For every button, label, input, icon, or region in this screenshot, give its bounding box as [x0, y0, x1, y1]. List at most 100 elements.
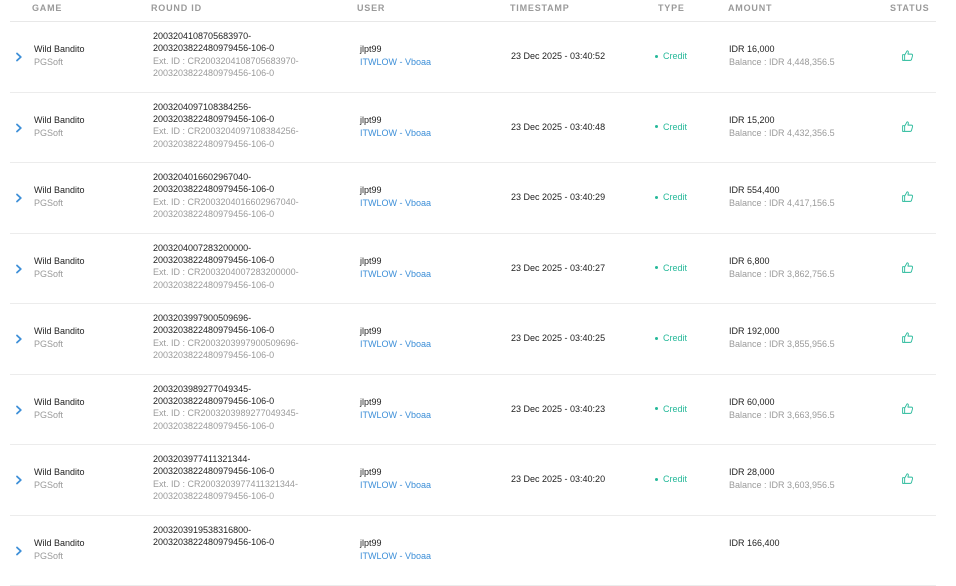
amount: IDR 554,400	[729, 185, 780, 195]
user-id: jlpt99	[360, 538, 382, 548]
chevron-right-icon[interactable]	[14, 475, 24, 485]
amount: IDR 166,400	[729, 538, 780, 548]
game-name: Wild Bandito	[34, 538, 85, 548]
user-id: jlpt99	[360, 44, 382, 54]
chevron-right-icon[interactable]	[14, 193, 24, 203]
external-id-line-2: 2003203822480979456-106-0	[153, 279, 353, 291]
user-id: jlpt99	[360, 467, 382, 477]
round-id-line-1: 2003203989277049345-	[153, 383, 353, 395]
table-body: Wild Bandito PGSoft 2003204108705683970-…	[10, 22, 936, 586]
round-id-line-2: 2003203822480979456-106-0	[153, 42, 353, 54]
type-label: Credit	[663, 404, 687, 414]
game-provider: PGSoft	[34, 128, 63, 138]
game-name: Wild Bandito	[34, 44, 85, 54]
external-id-line-2: 2003203822480979456-106-0	[153, 138, 353, 150]
type-label: Credit	[663, 192, 687, 202]
column-header-round-id[interactable]: ROUND ID	[151, 3, 202, 13]
thumbs-up-icon[interactable]	[901, 120, 914, 133]
column-header-timestamp[interactable]: TIMESTAMP	[510, 3, 570, 13]
status-dot-icon	[655, 478, 658, 481]
thumbs-up-icon[interactable]	[901, 402, 914, 415]
user-agent-link[interactable]: ITWLOW - Vboaa	[360, 128, 431, 138]
status-dot-icon	[655, 125, 658, 128]
chevron-right-icon[interactable]	[14, 546, 24, 556]
type-badge: Credit	[655, 192, 687, 202]
table-row[interactable]: Wild Bandito PGSoft 2003203997900509696-…	[10, 304, 936, 375]
external-id-line-1: Ext. ID : CR2003204097108384256-	[153, 125, 353, 137]
external-id-line-2: 2003203822480979456-106-0	[153, 349, 353, 361]
timestamp: 23 Dec 2025 - 03:40:48	[511, 122, 605, 132]
round-id: 2003203989277049345- 2003203822480979456…	[153, 383, 353, 433]
timestamp: 23 Dec 2025 - 03:40:25	[511, 333, 605, 343]
user-agent-link[interactable]: ITWLOW - Vboaa	[360, 410, 431, 420]
type-badge: Credit	[655, 404, 687, 414]
amount: IDR 16,000	[729, 44, 775, 54]
round-id-line-2: 2003203822480979456-106-0	[153, 465, 353, 477]
user-agent-link[interactable]: ITWLOW - Vboaa	[360, 551, 431, 561]
round-id: 2003204097108384256- 2003203822480979456…	[153, 101, 353, 151]
chevron-right-icon[interactable]	[14, 264, 24, 274]
round-id: 2003203997900509696- 2003203822480979456…	[153, 312, 353, 362]
game-name: Wild Bandito	[34, 115, 85, 125]
game-name: Wild Bandito	[34, 326, 85, 336]
game-provider: PGSoft	[34, 269, 63, 279]
user-agent-link[interactable]: ITWLOW - Vboaa	[360, 57, 431, 67]
transactions-table: GAME ROUND ID USER TIMESTAMP TYPE AMOUNT…	[10, 0, 936, 586]
type-label: Credit	[663, 122, 687, 132]
external-id-line-1: Ext. ID : CR2003204007283200000-	[153, 266, 353, 278]
type-badge: Credit	[655, 122, 687, 132]
user-agent-link[interactable]: ITWLOW - Vboaa	[360, 480, 431, 490]
column-header-user[interactable]: USER	[357, 3, 385, 13]
column-header-status[interactable]: STATUS	[890, 3, 929, 13]
chevron-right-icon[interactable]	[14, 334, 24, 344]
amount: IDR 192,000	[729, 326, 780, 336]
thumbs-up-icon[interactable]	[901, 331, 914, 344]
column-header-amount[interactable]: AMOUNT	[728, 3, 772, 13]
thumbs-up-icon[interactable]	[901, 49, 914, 62]
amount: IDR 60,000	[729, 397, 775, 407]
column-header-game[interactable]: GAME	[32, 3, 62, 13]
round-id-line-1: 2003203997900509696-	[153, 312, 353, 324]
column-header-type[interactable]: TYPE	[658, 3, 685, 13]
timestamp: 23 Dec 2025 - 03:40:20	[511, 474, 605, 484]
external-id-line-1: Ext. ID : CR2003203977411321344-	[153, 478, 353, 490]
table-row[interactable]: Wild Bandito PGSoft 2003204097108384256-…	[10, 93, 936, 164]
timestamp: 23 Dec 2025 - 03:40:23	[511, 404, 605, 414]
type-label: Credit	[663, 474, 687, 484]
status-dot-icon	[655, 266, 658, 269]
table-row[interactable]: Wild Bandito PGSoft 2003203989277049345-…	[10, 375, 936, 446]
table-row[interactable]: Wild Bandito PGSoft 2003204108705683970-…	[10, 22, 936, 93]
chevron-right-icon[interactable]	[14, 405, 24, 415]
type-badge: Credit	[655, 51, 687, 61]
thumbs-up-icon[interactable]	[901, 190, 914, 203]
external-id-line-2: 2003203822480979456-106-0	[153, 490, 353, 502]
table-row[interactable]: Wild Bandito PGSoft 2003204007283200000-…	[10, 234, 936, 305]
round-id: 2003203977411321344- 2003203822480979456…	[153, 453, 353, 503]
type-label: Credit	[663, 51, 687, 61]
thumbs-up-icon[interactable]	[901, 261, 914, 274]
timestamp: 23 Dec 2025 - 03:40:29	[511, 192, 605, 202]
user-id: jlpt99	[360, 115, 382, 125]
user-agent-link[interactable]: ITWLOW - Vboaa	[360, 198, 431, 208]
table-row[interactable]: Wild Bandito PGSoft 2003204016602967040-…	[10, 163, 936, 234]
round-id-line-2: 2003203822480979456-106-0	[153, 183, 353, 195]
chevron-right-icon[interactable]	[14, 52, 24, 62]
round-id-line-1: 2003204016602967040-	[153, 171, 353, 183]
type-badge: Credit	[655, 263, 687, 273]
chevron-right-icon[interactable]	[14, 123, 24, 133]
user-agent-link[interactable]: ITWLOW - Vboaa	[360, 269, 431, 279]
status-dot-icon	[655, 55, 658, 58]
timestamp: 23 Dec 2025 - 03:40:27	[511, 263, 605, 273]
game-provider: PGSoft	[34, 57, 63, 67]
round-id-line-1: 2003204097108384256-	[153, 101, 353, 113]
balance: Balance : IDR 3,855,956.5	[729, 339, 835, 349]
user-agent-link[interactable]: ITWLOW - Vboaa	[360, 339, 431, 349]
round-id: 2003204016602967040- 2003203822480979456…	[153, 171, 353, 221]
table-row[interactable]: Wild Bandito PGSoft 2003203977411321344-…	[10, 445, 936, 516]
type-label: Credit	[663, 263, 687, 273]
thumbs-up-icon[interactable]	[901, 472, 914, 485]
table-row[interactable]: Wild Bandito PGSoft 2003203919538316800-…	[10, 516, 936, 586]
balance: Balance : IDR 3,862,756.5	[729, 269, 835, 279]
user-id: jlpt99	[360, 326, 382, 336]
round-id-line-2: 2003203822480979456-106-0	[153, 536, 353, 548]
